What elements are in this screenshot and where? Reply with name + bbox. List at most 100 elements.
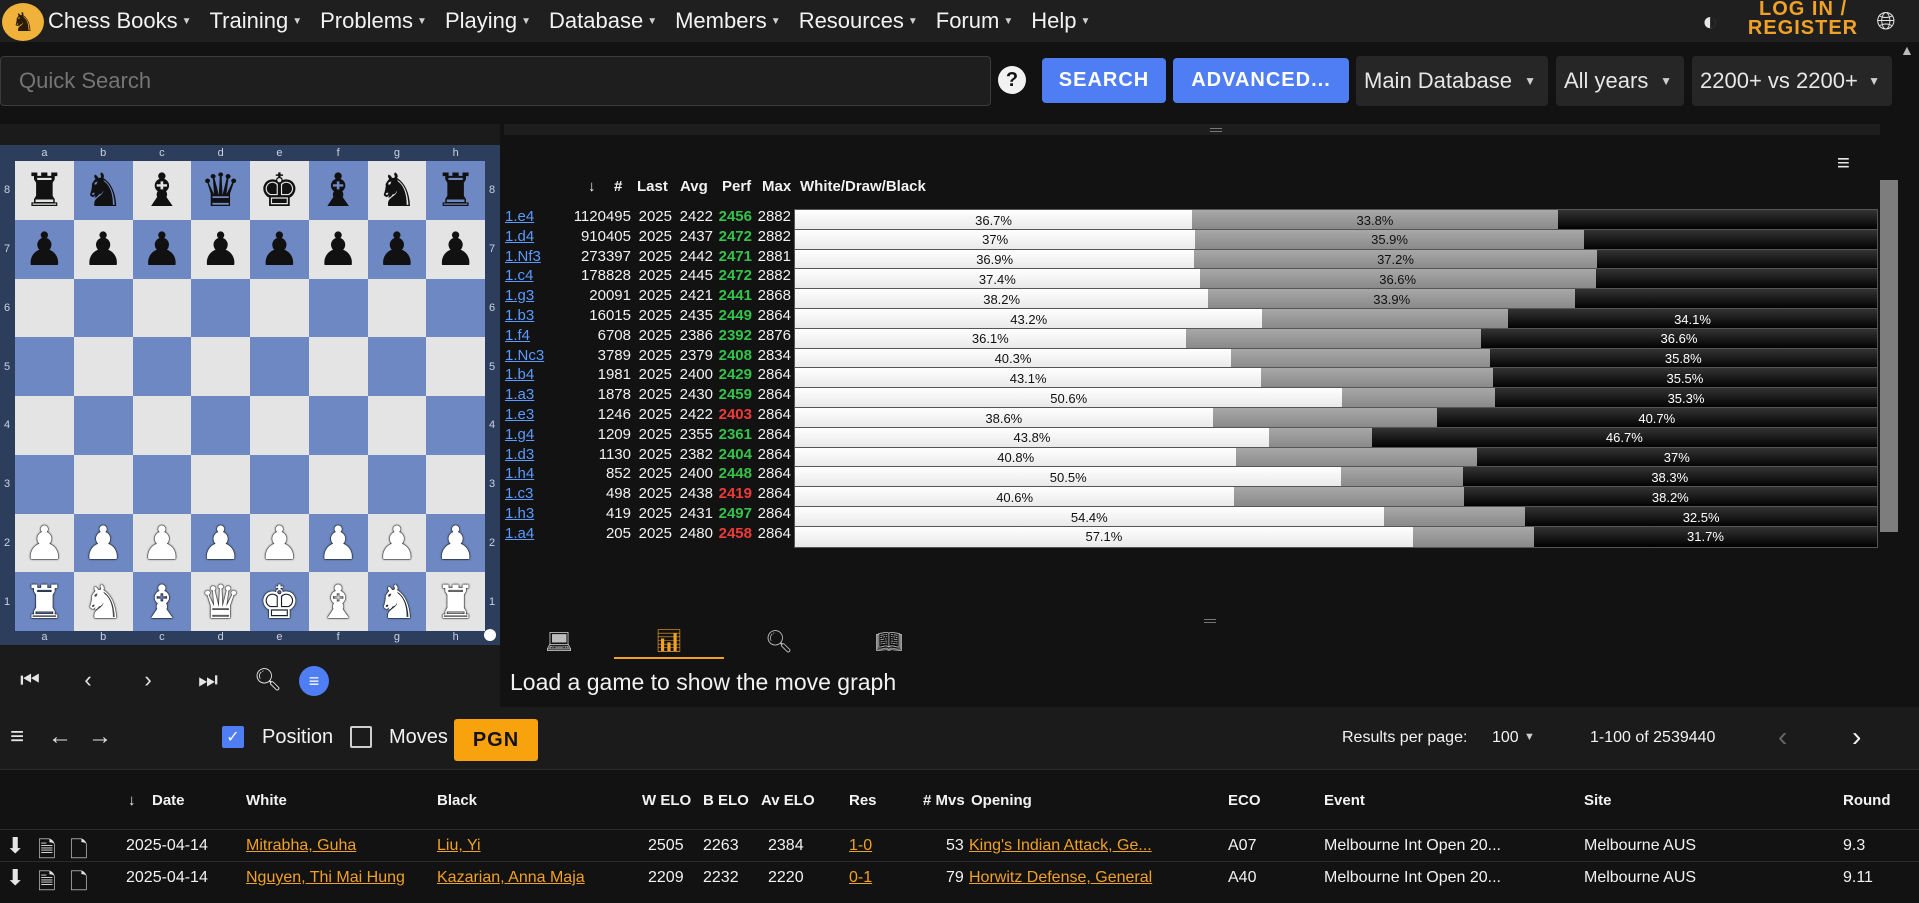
square-g1[interactable]: ♞: [367, 572, 427, 631]
square-h7[interactable]: ♟: [426, 219, 485, 279]
tab-move-graph[interactable]: 📊︎: [614, 625, 724, 659]
white-player-link[interactable]: Nguyen, Thi Mai Hung: [246, 869, 405, 887]
square-b2[interactable]: ♟: [73, 513, 133, 573]
move-link[interactable]: 1.c4: [505, 267, 533, 284]
sort-arrow-icon[interactable]: ↓: [128, 792, 136, 809]
menu-problems[interactable]: Problems ▼: [320, 8, 427, 34]
next-move-icon[interactable]: ›: [128, 664, 168, 696]
black-pawn-icon[interactable]: ♟: [24, 226, 65, 272]
header-date[interactable]: Date: [152, 792, 185, 809]
header-result[interactable]: Res: [849, 792, 877, 809]
square-g5[interactable]: [367, 337, 427, 396]
explorer-scrollbar[interactable]: [1880, 180, 1898, 532]
white-pawn-icon[interactable]: ♟: [83, 520, 124, 566]
white-pawn-icon[interactable]: ♟: [259, 520, 300, 566]
login-register-link[interactable]: LOG IN / REGISTER: [1743, 0, 1863, 42]
square-b6[interactable]: [73, 278, 133, 338]
white-player-link[interactable]: Mitrabha, Guha: [246, 837, 356, 855]
black-pawn-icon[interactable]: ♟: [200, 226, 241, 272]
black-pawn-icon[interactable]: ♟: [141, 226, 182, 272]
square-f8[interactable]: ♝: [308, 161, 368, 220]
header-round[interactable]: Round: [1843, 792, 1890, 809]
header-opening[interactable]: Opening: [971, 792, 1032, 809]
header-av-elo[interactable]: Av ELO: [761, 792, 815, 809]
square-c2[interactable]: ♟: [132, 513, 192, 573]
header-white[interactable]: White: [246, 792, 287, 809]
header-count[interactable]: #: [614, 178, 622, 195]
previous-move-icon[interactable]: ‹: [68, 664, 108, 696]
square-e1[interactable]: ♚: [250, 572, 309, 631]
black-knight-icon[interactable]: ♞: [376, 167, 417, 213]
white-pawn-icon[interactable]: ♟: [376, 520, 417, 566]
document-icon[interactable]: 🗋: [70, 865, 88, 903]
black-player-link[interactable]: Kazarian, Anna Maja: [437, 869, 585, 887]
square-c5[interactable]: [132, 337, 192, 396]
square-e8[interactable]: ♚: [250, 161, 309, 220]
white-pawn-icon[interactable]: ♟: [141, 520, 182, 566]
result-link[interactable]: 1-0: [849, 837, 872, 855]
chevron-down-icon[interactable]: ▼: [1524, 731, 1535, 743]
square-g3[interactable]: [367, 454, 427, 514]
move-link[interactable]: 1.d4: [505, 228, 534, 245]
square-d2[interactable]: ♟: [191, 513, 250, 573]
move-link[interactable]: 1.a4: [505, 525, 534, 542]
black-knight-icon[interactable]: ♞: [83, 167, 124, 213]
square-f7[interactable]: ♟: [308, 219, 368, 279]
quick-search-input[interactable]: [0, 56, 991, 106]
square-e2[interactable]: ♟: [250, 513, 309, 573]
menu-members[interactable]: Members ▼: [675, 8, 781, 34]
chessboard[interactable]: ♜ ♞ ♝ ♛ ♚ ♝ ♞ ♜ ♟ ♟ ♟ ♟ ♟ ♟ ♟ ♟ ♟ ♟ ♟ ♟ ♟ ♟ ♟ ♟ ♜ ♞ ♝ ♛ ♚ ♝ ♞ ♜: [15, 161, 485, 631]
last-move-icon[interactable]: ⏭: [188, 664, 228, 696]
download-icon[interactable]: ⬇: [6, 865, 24, 891]
square-a1[interactable]: ♜: [15, 572, 74, 631]
black-bishop-icon[interactable]: ♝: [318, 167, 359, 213]
arrow-right-icon[interactable]: →: [88, 723, 112, 751]
square-g4[interactable]: [367, 396, 427, 455]
white-king-icon[interactable]: ♚: [259, 579, 300, 625]
tab-search[interactable]: 🔍︎: [724, 625, 834, 659]
white-pawn-icon[interactable]: ♟: [318, 520, 359, 566]
move-link[interactable]: 1.h3: [505, 505, 534, 522]
elo-select[interactable]: 2200+ vs 2200+ ▼: [1692, 56, 1892, 106]
header-max[interactable]: Max: [762, 178, 791, 195]
menu-forum[interactable]: Forum ▼: [936, 8, 1013, 34]
site-logo[interactable]: ♞: [2, 3, 44, 41]
scroll-up-icon[interactable]: ▲: [1900, 42, 1914, 58]
square-g2[interactable]: ♟: [367, 513, 427, 573]
header-perf[interactable]: Perf: [722, 178, 751, 195]
black-rook-icon[interactable]: ♜: [435, 167, 476, 213]
header-moves[interactable]: # Mvs: [923, 792, 965, 809]
square-d3[interactable]: [191, 454, 250, 514]
square-f6[interactable]: [308, 278, 368, 338]
black-pawn-icon[interactable]: ♟: [318, 226, 359, 272]
move-link[interactable]: 1.g3: [505, 287, 534, 304]
move-link[interactable]: 1.c3: [505, 485, 533, 502]
explorer-resize-bar[interactable]: [504, 124, 1880, 135]
header-black[interactable]: Black: [437, 792, 477, 809]
resize-grip-icon[interactable]: [1204, 619, 1216, 623]
square-h8[interactable]: ♜: [426, 161, 485, 220]
menu-playing[interactable]: Playing ▼: [445, 8, 531, 34]
black-pawn-icon[interactable]: ♟: [435, 226, 476, 272]
square-d7[interactable]: ♟: [191, 219, 250, 279]
black-pawn-icon[interactable]: ♟: [259, 226, 300, 272]
white-bishop-icon[interactable]: ♝: [141, 579, 182, 625]
opening-link[interactable]: Horwitz Defense, General: [969, 869, 1152, 887]
white-queen-icon[interactable]: ♛: [200, 579, 241, 625]
square-f1[interactable]: ♝: [308, 572, 368, 631]
square-d1[interactable]: ♛: [191, 572, 250, 631]
analyze-position-icon[interactable]: 🔍︎: [248, 664, 288, 696]
square-b1[interactable]: ♞: [73, 572, 133, 631]
white-pawn-icon[interactable]: ♟: [435, 520, 476, 566]
square-e3[interactable]: [250, 454, 309, 514]
search-button[interactable]: SEARCH: [1042, 58, 1166, 103]
white-rook-icon[interactable]: ♜: [435, 579, 476, 625]
black-rook-icon[interactable]: ♜: [24, 167, 65, 213]
tab-book[interactable]: 📖︎: [834, 625, 944, 659]
sort-arrow-icon[interactable]: ↓: [588, 178, 596, 195]
square-f3[interactable]: [308, 454, 368, 514]
square-g7[interactable]: ♟: [367, 219, 427, 279]
square-c1[interactable]: ♝: [132, 572, 192, 631]
next-page-icon[interactable]: ›: [1852, 721, 1861, 753]
square-a7[interactable]: ♟: [15, 219, 74, 279]
